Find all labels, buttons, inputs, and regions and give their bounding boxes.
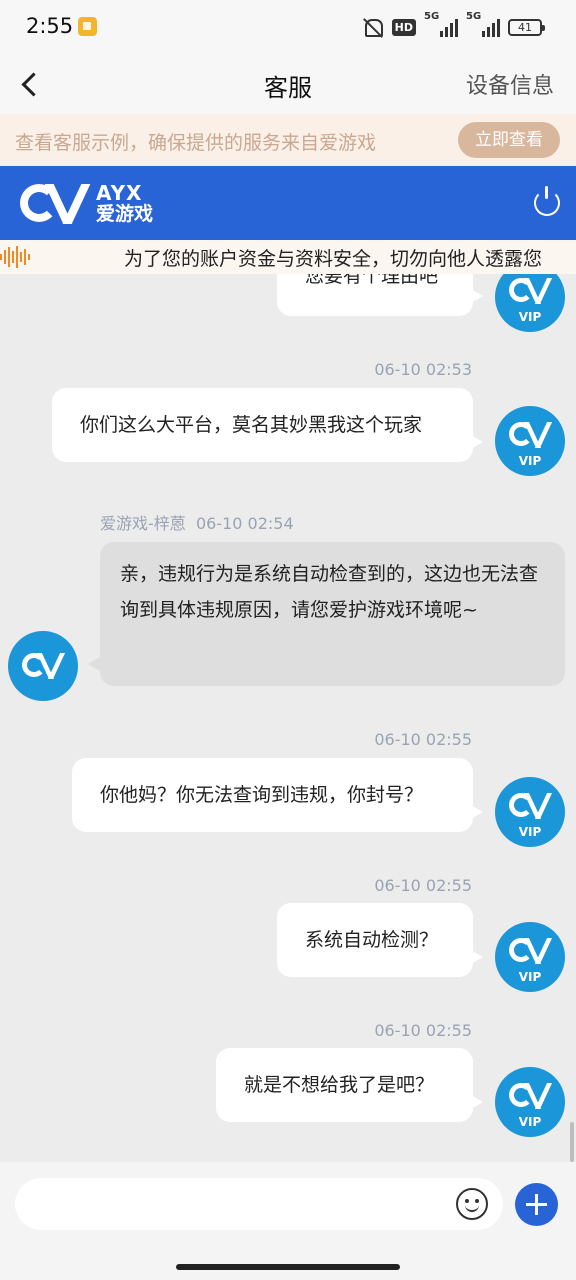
mute-icon <box>362 16 384 38</box>
user-avatar[interactable]: VIP <box>495 922 565 992</box>
message-text: 就是不想给我了是吧？ <box>244 1074 435 1096</box>
vip-badge: VIP <box>518 825 542 839</box>
message-bubble-outgoing[interactable]: 你们这么大平台，莫名其妙黑我这个玩家 <box>52 388 483 462</box>
plus-icon[interactable] <box>515 1183 558 1226</box>
network-type-label-2: 5G <box>466 11 482 22</box>
power-icon[interactable] <box>534 186 560 216</box>
marquee-text: 为了您的账户资金与资料安全，切勿向他人透露您 <box>124 248 543 270</box>
message-timestamp: 06-10 02:54 <box>195 514 294 533</box>
agent-avatar[interactable] <box>8 631 78 701</box>
message-text: 你他妈？你无法查询到违规，你封号？ <box>100 784 424 806</box>
message-bubble-outgoing[interactable]: 您要有个理由吧 <box>277 274 483 316</box>
vip-badge: VIP <box>518 454 542 468</box>
battery-icon: 41 <box>508 18 545 36</box>
signal-icon-2: 5G <box>466 11 500 37</box>
message-bubble-outgoing[interactable]: 系统自动检测？ <box>277 903 483 977</box>
status-time: 2:55 <box>26 14 74 38</box>
network-type-label: 5G <box>424 11 440 22</box>
message-text: 系统自动检测？ <box>305 929 439 951</box>
notice-banner: 查看客服示例，确保提供的服务来自爱游戏 立即查看 <box>0 114 576 166</box>
message-bubble-outgoing[interactable]: 就是不想给我了是吧？ <box>216 1048 483 1122</box>
message-bubble-incoming[interactable]: 亲，违规行为是系统自动检查到的，这边也无法查询到具体违规原因，请您爱护游戏环境呢… <box>88 542 565 686</box>
message-bubble-outgoing[interactable]: 你他妈？你无法查询到违规，你封号？ <box>72 758 483 832</box>
view-now-button[interactable]: 立即查看 <box>458 122 560 158</box>
gesture-area <box>0 1256 576 1280</box>
hd-badge: HD <box>391 18 416 36</box>
app-notification-icon <box>78 17 97 36</box>
ayx-logo: AYX 爱游戏 <box>20 182 153 224</box>
message-timestamp: 06-10 02:53 <box>374 360 472 379</box>
nav-bar: 客服 设备信息 <box>0 56 576 114</box>
message-input[interactable] <box>15 1178 503 1230</box>
message-text: 你们这么大平台，莫名其妙黑我这个玩家 <box>80 414 423 436</box>
chat-scrollbar[interactable] <box>570 1122 574 1162</box>
signal-icon: 5G <box>424 11 458 37</box>
agent-sender-line: 爱游戏-梓蒽 06-10 02:54 <box>100 510 294 534</box>
logo-en: AYX <box>96 180 143 205</box>
logo-mark-icon <box>20 182 92 224</box>
message-timestamp: 06-10 02:55 <box>374 1021 472 1040</box>
announcement-marquee: 为了您的账户资金与资料安全，切勿向他人透露您 <box>0 240 576 274</box>
brand-header: AYX 爱游戏 <box>0 166 576 240</box>
user-avatar[interactable]: VIP <box>495 274 565 332</box>
message-timestamp: 06-10 02:55 <box>374 730 472 749</box>
emoji-icon[interactable] <box>456 1188 488 1220</box>
status-bar: 2:55 HD 5G 5G 41 <box>0 0 576 56</box>
message-text: 您要有个理由吧 <box>305 274 439 287</box>
chat-list[interactable]: 您要有个理由吧 VIP 06-10 02:53 你们这么大平台，莫名其妙黑我这个… <box>0 274 576 1162</box>
vip-badge: VIP <box>518 970 542 984</box>
user-avatar[interactable]: VIP <box>495 1067 565 1137</box>
device-info-button[interactable]: 设备信息 <box>466 68 554 100</box>
user-avatar[interactable]: VIP <box>495 406 565 476</box>
system-icons: HD 5G 5G 41 <box>362 11 545 38</box>
message-text: 亲，违规行为是系统自动检查到的，这边也无法查询到具体违规原因，请您爱护游戏环境呢… <box>120 563 539 621</box>
sound-wave-icon <box>0 246 30 268</box>
message-timestamp: 06-10 02:55 <box>374 876 472 895</box>
user-avatar[interactable]: VIP <box>495 777 565 847</box>
input-bar <box>0 1162 576 1256</box>
home-indicator[interactable] <box>176 1264 400 1270</box>
agent-name: 爱游戏-梓蒽 <box>100 514 186 533</box>
notice-text: 查看客服示例，确保提供的服务来自爱游戏 <box>15 132 377 154</box>
vip-badge: VIP <box>518 310 542 324</box>
logo-cn: 爱游戏 <box>96 202 154 225</box>
vip-badge: VIP <box>518 1115 542 1129</box>
